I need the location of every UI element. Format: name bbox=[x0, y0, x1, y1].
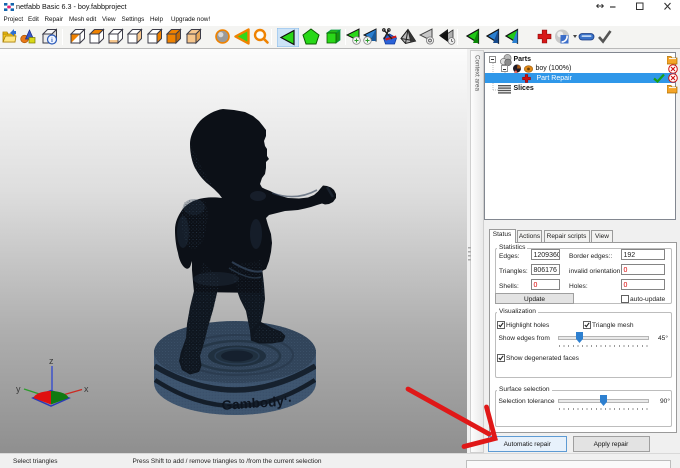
svg-text:z: z bbox=[49, 356, 54, 366]
svg-text:y: y bbox=[16, 384, 21, 394]
svg-text:x: x bbox=[84, 384, 89, 394]
